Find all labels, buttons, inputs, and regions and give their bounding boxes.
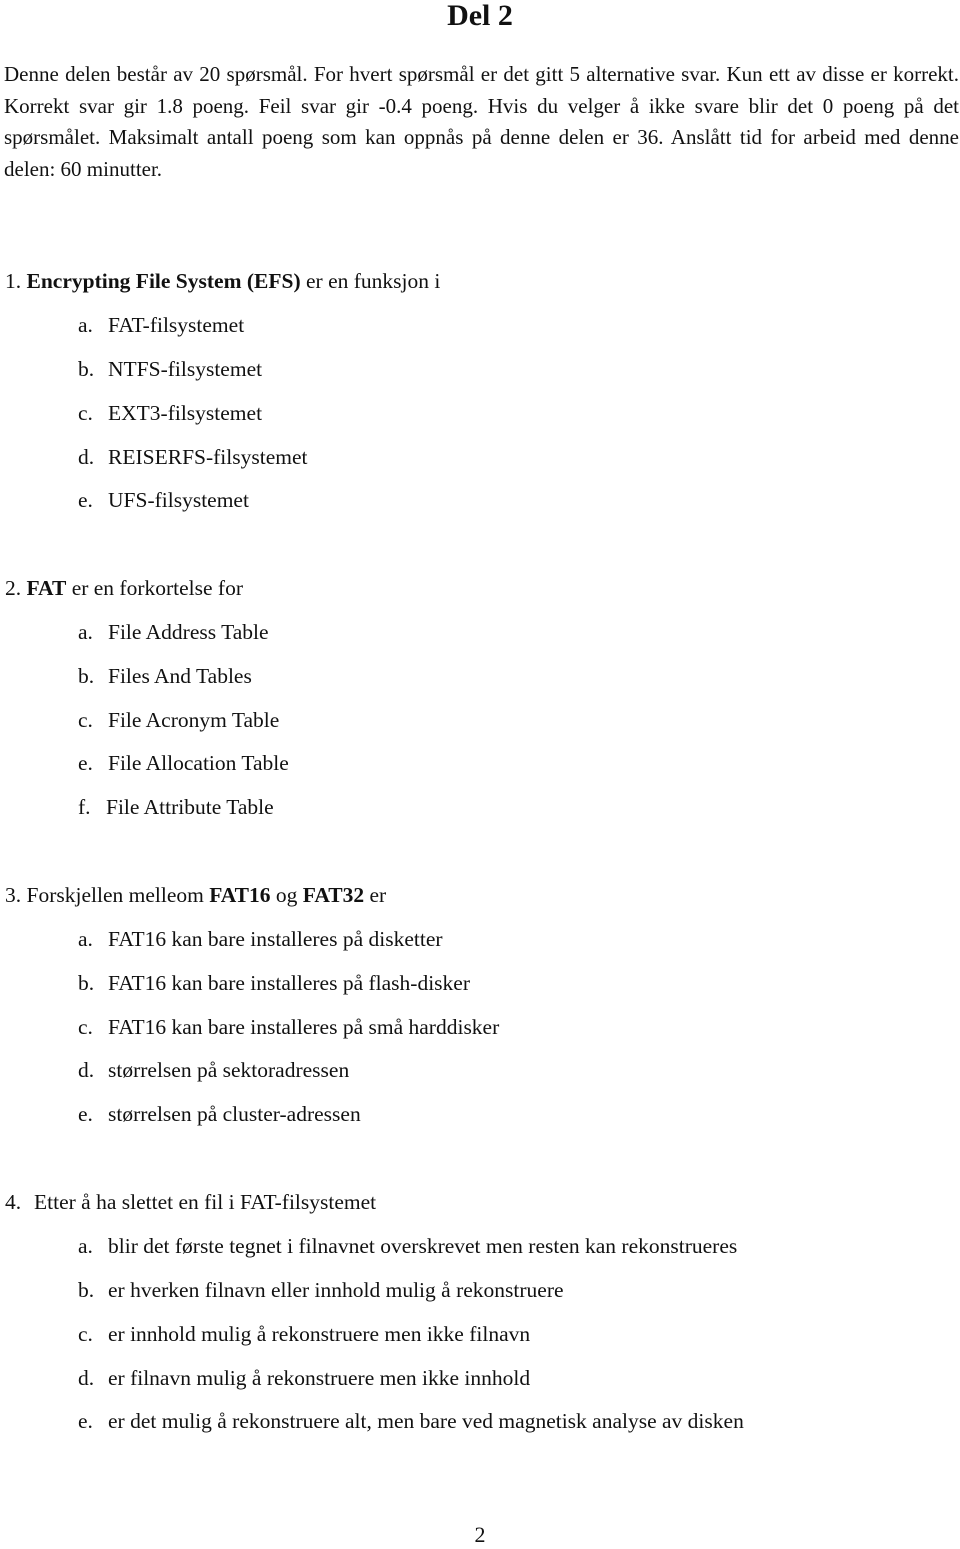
- option-label: d.: [78, 445, 95, 469]
- question-text: er en forkortelse for: [66, 576, 244, 600]
- option-text: FAT-filsystemet: [108, 313, 245, 337]
- option: c. FAT16 kan bare installeres på små hard…: [78, 1013, 499, 1041]
- option-text: FAT16 kan bare installeres på disketter: [108, 927, 443, 951]
- option: e. UFS-filsystemet: [78, 486, 249, 514]
- question-2: 2. FAT er en forkortelse for: [5, 574, 243, 602]
- option-text: FAT16 kan bare installeres på flash-disk…: [108, 971, 471, 995]
- option: b. FAT16 kan bare installeres på flash-di…: [78, 969, 470, 997]
- option: e. File Allocation Table: [78, 749, 289, 777]
- option-text: FAT16 kan bare installeres på små harddi…: [108, 1015, 500, 1039]
- option-label: c.: [78, 708, 93, 732]
- option-text: er filnavn mulig å rekonstruere men ikke…: [108, 1366, 531, 1390]
- option: b. NTFS-filsystemet: [78, 355, 262, 383]
- option: a. FAT16 kan bare installeres på diskette…: [78, 925, 443, 953]
- question-1: 1. Encrypting File System (EFS) er en fu…: [5, 267, 440, 295]
- option-label: f.: [78, 795, 91, 819]
- question-bold-term: Encrypting File System (EFS): [26, 269, 301, 293]
- option-text: File Address Table: [108, 620, 269, 644]
- question-text: er en funksjon i: [300, 269, 441, 293]
- option: c. er innhold mulig å rekonstruere men ik…: [78, 1320, 530, 1348]
- option-text: blir det første tegnet i filnavnet overs…: [108, 1234, 738, 1258]
- option-label: c.: [78, 401, 93, 425]
- option-text: UFS-filsystemet: [108, 488, 249, 512]
- option-label: e.: [78, 1409, 93, 1433]
- option: d. er filnavn mulig å rekonstruere men ik…: [78, 1364, 530, 1392]
- question-bold-term: FAT32: [302, 883, 365, 907]
- option-text: File Attribute Table: [106, 795, 274, 819]
- option: a. FAT-filsystemet: [78, 311, 244, 339]
- question-number: 3.: [5, 883, 22, 907]
- option-label: b.: [78, 1278, 95, 1302]
- option: c. EXT3-filsystemet: [78, 399, 262, 427]
- question-number: 1.: [5, 269, 22, 293]
- page-number: 2: [474, 1522, 486, 1547]
- question-number: 4.: [5, 1190, 22, 1214]
- question-text: Forskjellen melleom: [21, 883, 210, 907]
- option-label: a.: [78, 620, 93, 644]
- option: f. File Attribute Table: [78, 793, 274, 821]
- question-text: er: [364, 883, 387, 907]
- question-3: 3. Forskjellen melleom FAT16 og FAT32 er: [5, 881, 386, 909]
- question-bold-term: FAT: [26, 576, 67, 600]
- option-text: File Allocation Table: [108, 751, 289, 775]
- option-text: File Acronym Table: [108, 708, 280, 732]
- option-label: a.: [78, 927, 93, 951]
- question-bold-term: FAT16: [209, 883, 271, 907]
- option: d. REISERFS-filsystemet: [78, 443, 307, 471]
- option-label: c.: [78, 1322, 93, 1346]
- option-label: e.: [78, 1102, 93, 1126]
- question-4: 4. Etter å ha slettet en fil i FAT-filsys…: [5, 1188, 376, 1216]
- option-label: e.: [78, 488, 93, 512]
- option-label: a.: [78, 1234, 93, 1258]
- option: e. størrelsen på cluster-adressen: [78, 1100, 361, 1128]
- question-text: og: [270, 883, 303, 907]
- question-number: 2.: [5, 576, 22, 600]
- option: d. størrelsen på sektoradressen: [78, 1056, 349, 1084]
- option-label: a.: [78, 313, 93, 337]
- option-text: er hverken filnavn eller innhold mulig å…: [108, 1278, 564, 1302]
- option-text: NTFS-filsystemet: [108, 357, 263, 381]
- option-label: d.: [78, 1058, 95, 1082]
- option: b. er hverken filnavn eller innhold mulig…: [78, 1276, 564, 1304]
- question-text: Etter å ha slettet en fil i FAT-filsyste…: [34, 1190, 377, 1214]
- option-label: d.: [78, 1366, 95, 1390]
- option-label: b.: [78, 664, 95, 688]
- option-text: er det mulig å rekonstruere alt, men bar…: [108, 1409, 744, 1433]
- section-title: Del 2: [447, 0, 513, 32]
- option: b. Files And Tables: [78, 662, 252, 690]
- option-label: b.: [78, 971, 95, 995]
- option-label: c.: [78, 1015, 93, 1039]
- instructions-paragraph: Denne delen består av 20 spørsmål. For h…: [4, 62, 959, 181]
- option-text: størrelsen på sektoradressen: [108, 1058, 350, 1082]
- option: e. er det mulig å rekonstruere alt, men b…: [78, 1407, 744, 1435]
- option-label: b.: [78, 357, 95, 381]
- option: a. blir det første tegnet i filnavnet ove…: [78, 1232, 737, 1260]
- option-text: Files And Tables: [108, 664, 252, 688]
- option-text: EXT3-filsystemet: [108, 401, 263, 425]
- option: c. File Acronym Table: [78, 706, 279, 734]
- option: a. File Address Table: [78, 618, 269, 646]
- option-text: størrelsen på cluster-adressen: [108, 1102, 361, 1126]
- option-text: REISERFS-filsystemet: [108, 445, 308, 469]
- option-label: e.: [78, 751, 93, 775]
- option-text: er innhold mulig å rekonstruere men ikke…: [108, 1322, 531, 1346]
